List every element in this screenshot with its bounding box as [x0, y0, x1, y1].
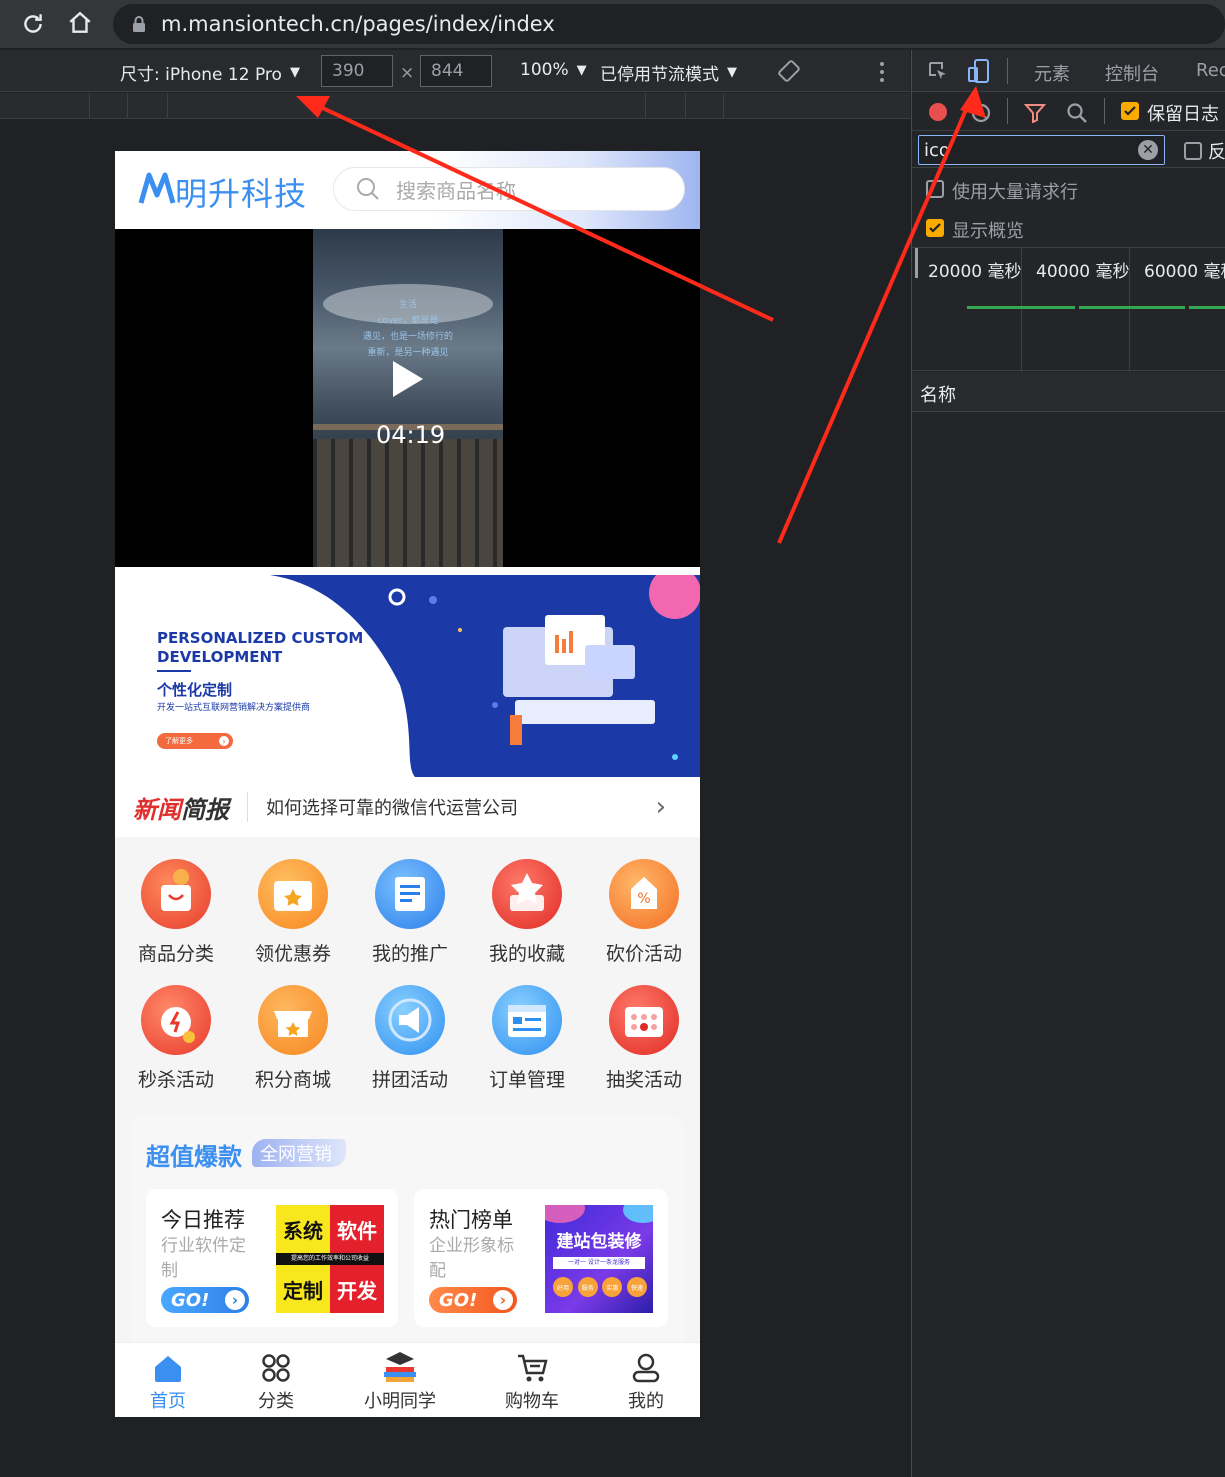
- annotation-arrow: [311, 101, 774, 322]
- annotation-arrow: [777, 104, 970, 544]
- annotation-arrows: [296, 86, 986, 544]
